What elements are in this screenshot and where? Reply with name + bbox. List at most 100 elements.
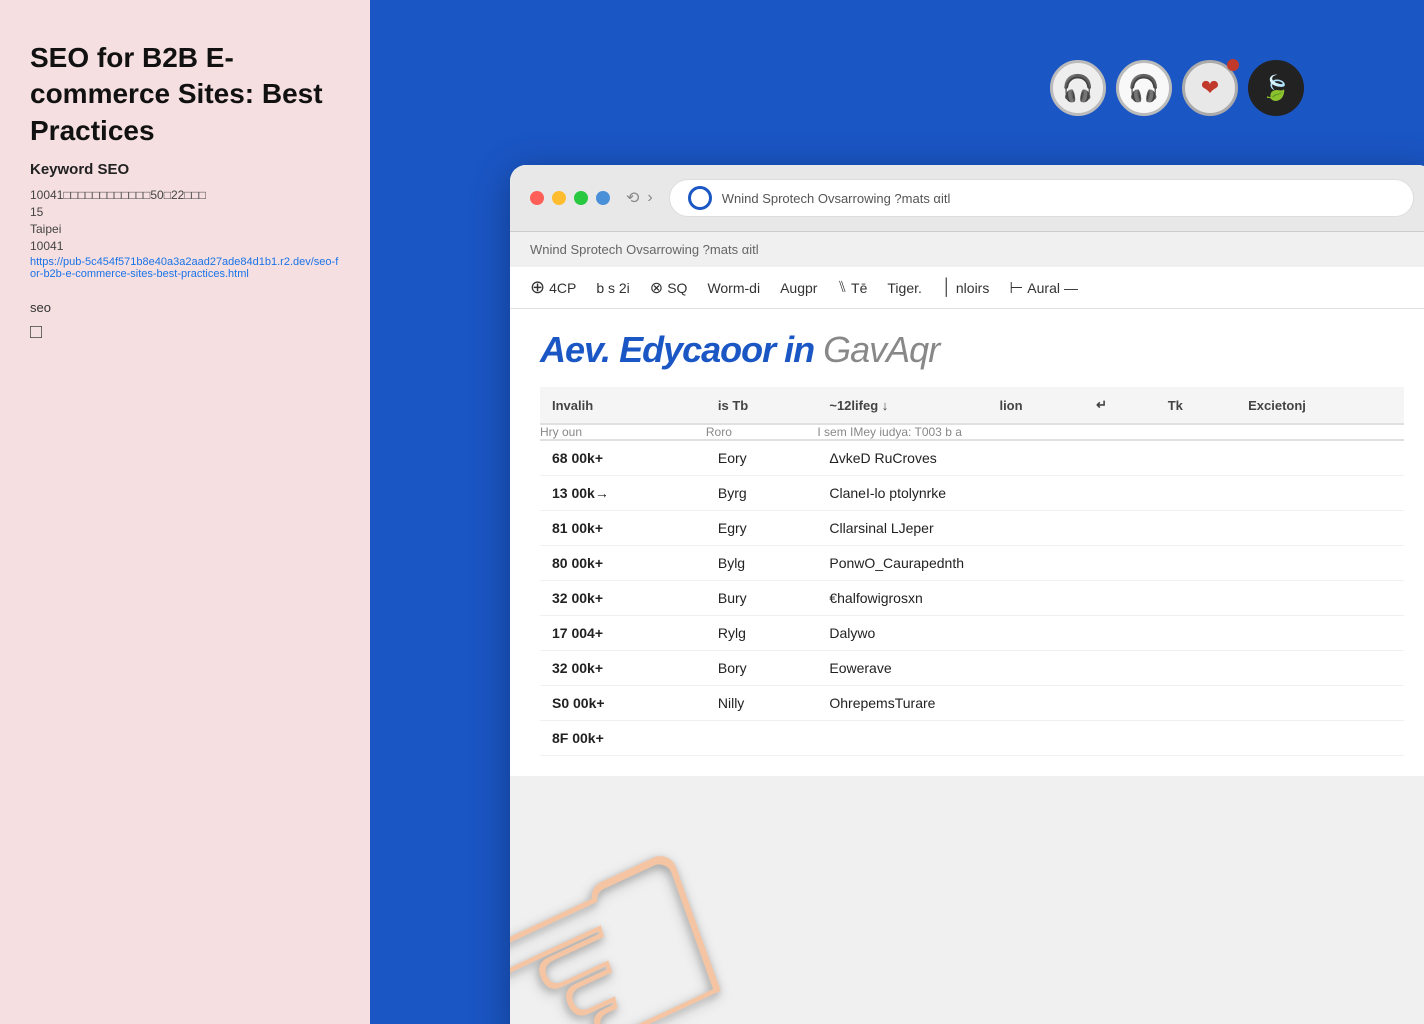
browser-tabs: Wnind Sprotech Ovsarrowing ?mats αitl [510,232,1424,267]
cell-volume-5: 17 004+ [540,616,706,651]
table-row: 13 00k→ByrgClaneI-lo ptolynrke [540,476,1404,511]
toolbar-text-0: 4CP [549,280,576,296]
table-body: 68 00k+EoryΔvkeD RuCroves13 00k→ByrgClan… [540,440,1404,756]
page-title-italic2: in [784,329,823,370]
toolbar-item-nloirs[interactable]: │ nloirs [942,279,989,297]
extra-button[interactable] [596,191,610,205]
toolbar-label-0: ⊕ [530,277,545,298]
toolbar-label-1: b s 2i [596,280,629,296]
cell-keyword-3: PonwO_Caurapednth [817,546,1404,581]
browser-chrome: ⟲ › Wnind Sprotech Ovsarrowing ?mats αit… [510,165,1424,232]
maximize-button[interactable] [574,191,588,205]
page-title-sub: GavAqr [823,329,939,370]
fork-icon: ⑊ [837,279,847,297]
cell-volume-8: 8F 00k+ [540,721,706,756]
ta-label: Tē [851,280,867,296]
cell-diff-1: Byrg [706,476,818,511]
table-sub-header-row: Hry oun Roro I sem IMey iudya: T003 b a [540,424,1404,440]
top-icons: 🎧 🎧 ❤ 🍃 [1050,60,1304,116]
cell-keyword-8 [817,721,1404,756]
table-row: S0 00k+NillyOhrepemsTurare [540,686,1404,721]
toolbar-item-aural[interactable]: ⊢ Aural — [1009,278,1078,298]
browser-toolbar: ⊕ 4CP b s 2i ⊗ SQ Worm-di Augpr ⑊ Tē Tig… [510,267,1424,309]
forward-icon[interactable]: › [647,189,652,207]
table-row: 17 004+RylgDalywo [540,616,1404,651]
worn-ji-label: Worm-di [707,280,760,296]
pointing-hand: ☞ [510,758,791,1024]
sidebar-title: SEO for B2B E-commerce Sites: Best Pract… [30,40,340,149]
page-title: Aev. Edycaoor in GavAqr [540,329,1404,371]
toolbar-item-worn-ji[interactable]: Worm-di [707,280,760,296]
cell-volume-2: 81 00k+ [540,511,706,546]
site-icon [688,186,712,210]
cell-keyword-0: ΔvkeD RuCroves [817,440,1404,476]
cell-volume-1: 13 00k→ [540,476,706,511]
col-header-istb: is Tb [706,387,818,424]
main-area: 🎧 🎧 ❤ 🍃 ⟲ › Wnind Sprotech Ovsarrowing ? [370,0,1424,1024]
toolbar-item-1[interactable]: b s 2i [596,280,629,296]
sidebar-icon: □ [30,321,340,344]
page-title-italic: Aev. [540,329,610,370]
sidebar-subtitle: Keyword SEO [30,161,340,178]
table-row: 81 00k+EgryCllarsinal LJeper [540,511,1404,546]
sub-col-hryoun: Hry oun [540,424,706,440]
sidebar-meta-line2: 15 [30,205,340,219]
sidebar-meta-line4: 10041 [30,239,340,253]
sidebar-url[interactable]: https://pub-5c454f571b8e40a3a2aad27ade84… [30,256,340,280]
sidebar-tag: seo [30,300,340,315]
aural-label: Aural [1027,280,1060,296]
cell-keyword-4: €halfowigrosxn [817,581,1404,616]
toolbar-item-0[interactable]: ⊕ 4CP [530,277,576,298]
cell-volume-3: 80 00k+ [540,546,706,581]
top-icon-3: ❤ [1182,60,1238,116]
sub-col-roro: Roro [706,424,818,440]
browser-window: ⟲ › Wnind Sprotech Ovsarrowing ?mats αit… [510,165,1424,1024]
cell-keyword-5: Dalywo [817,616,1404,651]
cell-keyword-1: ClaneI-lo ptolynrke [817,476,1404,511]
browser-content: Aev. Edycaoor in GavAqr Invalih is Tb [510,309,1424,776]
sub-col-isem: I sem IMey iudya: T003 b a [817,424,1404,440]
table-header-row: Invalih is Tb ~12lifeg ↓ lion ↵ [540,387,1404,424]
toolbar-item-2[interactable]: ⊗ SQ [650,278,688,298]
back-icon[interactable]: ⟲ [626,188,639,208]
toolbar-text-2: SQ [667,280,687,296]
cell-volume-6: 32 00k+ [540,651,706,686]
cell-diff-5: Rylg [706,616,818,651]
col-header-lion: lion [987,387,1084,424]
cell-diff-4: Bury [706,581,818,616]
traffic-lights [530,191,610,205]
sidebar: SEO for B2B E-commerce Sites: Best Pract… [0,0,370,1024]
tab-text[interactable]: Wnind Sprotech Ovsarrowing ?mats αitl [530,238,759,261]
cell-volume-4: 32 00k+ [540,581,706,616]
table-row: 80 00k+BylgPonwO_Caurapednth [540,546,1404,581]
cell-diff-8 [706,721,818,756]
sidebar-meta-line3: Taipei [30,222,340,236]
cell-keyword-2: Cllarsinal LJeper [817,511,1404,546]
cell-diff-6: Bory [706,651,818,686]
dash-icon: — [1064,280,1078,296]
toolbar-item-augpr[interactable]: Augpr [780,280,817,296]
close-button[interactable] [530,191,544,205]
cell-diff-0: Eory [706,440,818,476]
cell-keyword-7: OhrepemsTurare [817,686,1404,721]
nloirs-label: nloirs [956,280,989,296]
data-table: Invalih is Tb ~12lifeg ↓ lion ↵ [540,387,1404,756]
bracket-icon: ⊢ [1009,278,1023,298]
table-row: 68 00k+EoryΔvkeD RuCroves [540,440,1404,476]
separator-icon: │ [942,279,952,297]
toolbar-item-to[interactable]: Tiger. [887,280,922,296]
minimize-button[interactable] [552,191,566,205]
cell-diff-3: Bylg [706,546,818,581]
sidebar-meta-line1: 10041□□□□□□□□□□□□50□22□□□ [30,188,340,202]
toolbar-item-ta[interactable]: ⑊ Tē [837,279,867,297]
top-icon-2: 🎧 [1116,60,1172,116]
table-row: 32 00k+BoryEowerave [540,651,1404,686]
address-bar[interactable]: Wnind Sprotech Ovsarrowing ?mats αitl [669,179,1414,217]
page-title-main: Edycaoor [619,329,784,370]
cell-diff-2: Egry [706,511,818,546]
col-header-invalih: Invalih [540,387,706,424]
table-row: 8F 00k+ [540,721,1404,756]
cell-keyword-6: Eowerave [817,651,1404,686]
top-icon-1: 🎧 [1050,60,1106,116]
col-header-excietonj: Excietonj [1236,387,1404,424]
